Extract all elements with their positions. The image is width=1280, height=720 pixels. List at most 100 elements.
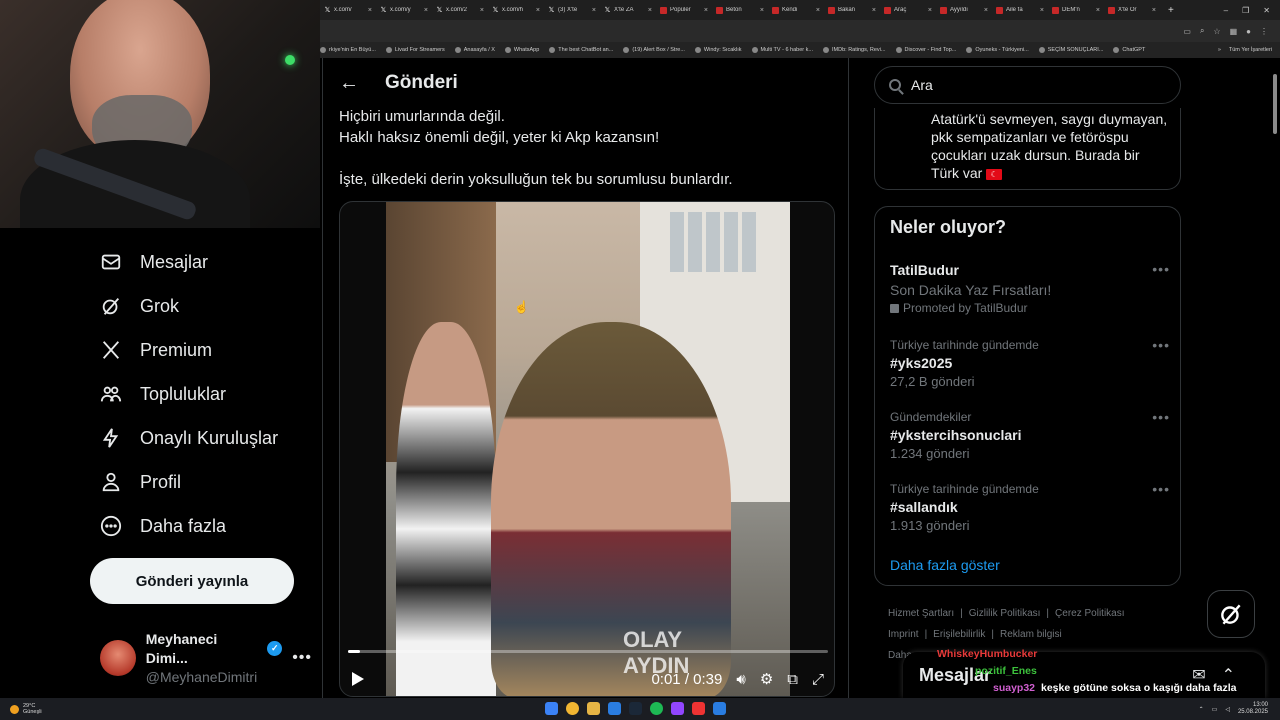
twitch-icon[interactable] xyxy=(671,702,684,715)
bookmarks-overflow[interactable]: » Tüm Yer İşaretleri xyxy=(1218,47,1280,53)
bookmark-item[interactable]: rkiye'nin En Büyü... xyxy=(320,47,376,53)
tab-close-icon[interactable]: × xyxy=(816,7,820,14)
nav-item-communities[interactable]: Topluluklar xyxy=(90,372,310,416)
app-icon[interactable] xyxy=(713,702,726,715)
bookmark-item[interactable]: The best ChatBot an... xyxy=(549,47,613,53)
trend-item[interactable]: Türkiye tarihinde gündemde #sallandık 1.… xyxy=(890,481,1170,535)
network-icon[interactable]: ▭ xyxy=(1212,706,1218,713)
clock[interactable]: 13:00 25.08.2025 xyxy=(1238,702,1268,716)
bookmark-item[interactable]: Multi TV - 6 haber k... xyxy=(751,47,813,53)
browser-tab[interactable]: Beton × xyxy=(712,0,768,20)
more-dots-icon[interactable]: ••• xyxy=(1152,261,1170,277)
tab-close-icon[interactable]: × xyxy=(368,7,372,14)
pip-icon[interactable]: ⧉ xyxy=(787,671,798,688)
tab-close-icon[interactable]: × xyxy=(1096,7,1100,14)
browser-tab[interactable]: 𝕏x.com/h × xyxy=(488,0,544,20)
bookmark-item[interactable]: WhatsApp xyxy=(504,47,539,53)
bookmark-item[interactable]: (19) Alert Box / Stre... xyxy=(623,47,685,53)
nav-item-grok[interactable]: Grok xyxy=(90,284,310,328)
volume-icon[interactable]: ◁ xyxy=(1225,706,1230,713)
trend-item[interactable]: Türkiye tarihinde gündemde #yks2025 27,2… xyxy=(890,337,1170,391)
bookmark-item[interactable]: Livad For Streamers xyxy=(385,47,445,53)
browser-tab[interactable]: Bakan × xyxy=(824,0,880,20)
tab-close-icon[interactable]: × xyxy=(872,7,876,14)
spotify-icon[interactable] xyxy=(650,702,663,715)
new-tab-icon[interactable]: + xyxy=(1160,5,1182,16)
scrollbar-thumb[interactable] xyxy=(1273,74,1277,134)
tab-close-icon[interactable]: × xyxy=(704,7,708,14)
browser-tab[interactable]: 𝕏x.com/y × xyxy=(376,0,432,20)
nav-item-verified-orgs[interactable]: Onaylı Kuruluşlar xyxy=(90,416,310,460)
bookmark-item[interactable]: SEÇİM SONUÇLARI... xyxy=(1038,47,1103,53)
tab-close-icon[interactable]: × xyxy=(984,7,988,14)
extensions-icon[interactable]: ▦ xyxy=(1230,27,1238,36)
nav-item-more[interactable]: Daha fazla xyxy=(90,504,310,548)
steam-icon[interactable] xyxy=(629,702,642,715)
tab-close-icon[interactable]: × xyxy=(592,7,596,14)
video-player[interactable]: OLAY AYDIN 0:01 / 0:39 🔊︎ ⚙ ⧉ ⤢ xyxy=(339,201,835,697)
tab-close-icon[interactable]: × xyxy=(480,7,484,14)
trend-promoted[interactable]: TatilBudur Son Dakika Yaz Fırsatları! Pr… xyxy=(890,261,1170,317)
zoom-icon[interactable]: ⌕ xyxy=(1200,26,1204,36)
trend-item[interactable]: Gündemdekiler #ykstercihsonuclari 1.234 … xyxy=(890,409,1170,463)
account-switcher[interactable]: Meyhaneci Dimi... ✓ @MeyhaneDimitri ••• xyxy=(100,631,312,685)
browser-tab[interactable]: 𝕏x.com/2 × xyxy=(432,0,488,20)
fullscreen-icon[interactable]: ⤢ xyxy=(812,671,824,688)
more-dots-icon[interactable]: ••• xyxy=(1152,409,1170,425)
bookmark-item[interactable]: Windy: Sıcaklık xyxy=(694,47,742,53)
more-dots-icon[interactable]: ••• xyxy=(1152,337,1170,353)
browser-tab[interactable]: Aile fa × xyxy=(992,0,1048,20)
footer-link[interactable]: Hizmet Şartları xyxy=(888,608,954,619)
minimize-icon[interactable]: – xyxy=(1224,6,1228,15)
footer-link[interactable]: Gizlilik Politikası xyxy=(969,608,1041,619)
post-button[interactable]: Gönderi yayınla xyxy=(90,558,294,604)
bookmark-item[interactable]: ChatGPT xyxy=(1113,47,1145,53)
tab-close-icon[interactable]: × xyxy=(648,7,652,14)
bookmark-item[interactable]: Discover - Find Top... xyxy=(895,47,956,53)
more-dots-icon[interactable]: ••• xyxy=(1152,481,1170,497)
nav-item-messages[interactable]: Mesajlar xyxy=(90,240,310,284)
nav-item-premium[interactable]: Premium xyxy=(90,328,310,372)
browser-tab[interactable]: 𝕏x.com/ × xyxy=(320,0,376,20)
bookmarks-more-icon[interactable]: » xyxy=(1218,47,1221,53)
play-icon[interactable] xyxy=(352,672,364,686)
tab-close-icon[interactable]: × xyxy=(424,7,428,14)
browser-tab[interactable]: Kendi × xyxy=(768,0,824,20)
obs-icon[interactable] xyxy=(692,702,705,715)
tab-close-icon[interactable]: × xyxy=(928,7,932,14)
chrome-icon[interactable] xyxy=(566,702,579,715)
bookmark-item[interactable]: IMDb: Ratings, Revi... xyxy=(823,47,886,53)
settings-gear-icon[interactable]: ⚙ xyxy=(760,670,773,688)
show-more-link[interactable]: Daha fazla göster xyxy=(890,557,1000,573)
tab-close-icon[interactable]: × xyxy=(536,7,540,14)
all-bookmarks-label[interactable]: Tüm Yer İşaretleri xyxy=(1229,47,1272,53)
back-arrow-icon[interactable]: ← xyxy=(339,72,359,95)
cast-icon[interactable]: ▭ xyxy=(1183,27,1191,36)
tab-close-icon[interactable]: × xyxy=(760,7,764,14)
star-icon[interactable]: ☆ xyxy=(1213,27,1220,36)
browser-tab[interactable]: Ayyıldı × xyxy=(936,0,992,20)
bookmark-item[interactable]: Anasayfa / X xyxy=(454,47,495,53)
footer-link[interactable]: Çerez Politikası xyxy=(1055,608,1124,619)
volume-icon[interactable]: 🔊︎ xyxy=(736,671,745,688)
app-icon[interactable] xyxy=(608,702,621,715)
browser-tab[interactable]: Popüler × xyxy=(656,0,712,20)
video-frame[interactable]: OLAY AYDIN xyxy=(386,202,790,696)
search-input[interactable]: Ara xyxy=(874,66,1181,104)
close-window-icon[interactable]: ✕ xyxy=(1263,6,1270,15)
weather-widget[interactable]: 29°C Güneşli xyxy=(0,703,42,715)
restore-icon[interactable]: ❐ xyxy=(1242,6,1249,15)
menu-icon[interactable]: ⋮ xyxy=(1260,27,1268,36)
explorer-icon[interactable] xyxy=(587,702,600,715)
footer-link[interactable]: Reklam bilgisi xyxy=(1000,629,1062,640)
grok-button[interactable] xyxy=(1207,590,1255,638)
profile-icon[interactable]: ● xyxy=(1246,27,1251,36)
page-scrollbar[interactable] xyxy=(1272,60,1278,696)
tab-close-icon[interactable]: × xyxy=(1040,7,1044,14)
more-dots-icon[interactable]: ••• xyxy=(292,649,312,667)
browser-tab[interactable]: 𝕏 (3) X'te × xyxy=(544,0,600,20)
nav-item-profile[interactable]: Profil xyxy=(90,460,310,504)
start-icon[interactable] xyxy=(545,702,558,715)
tray-chevron-icon[interactable]: ⌃ xyxy=(1199,706,1204,713)
footer-link[interactable]: Erişilebilirlik xyxy=(933,629,985,640)
